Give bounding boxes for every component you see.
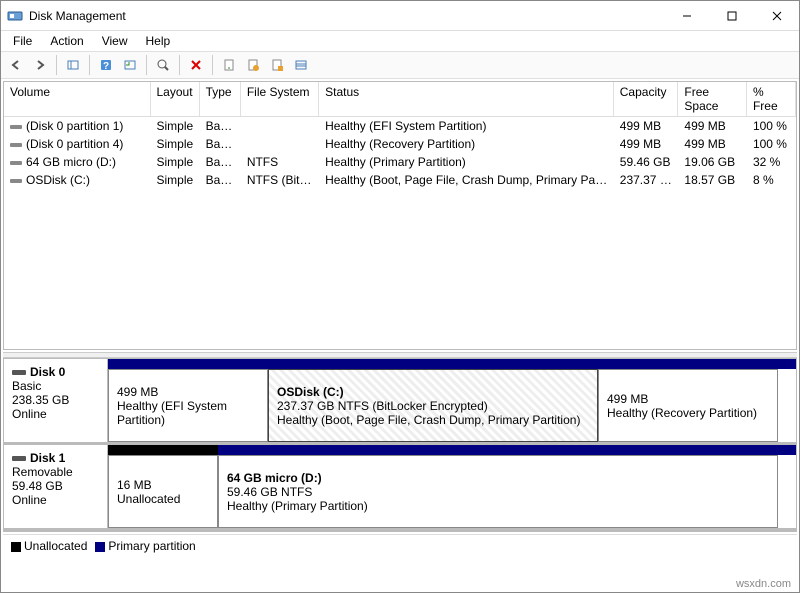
volume-list-body[interactable]: (Disk 0 partition 1)SimpleBasicHealthy (…	[4, 117, 796, 349]
column-type[interactable]: Type	[200, 82, 241, 116]
disk-graphical-view: Disk 0Basic238.35 GBOnline499 MBHealthy …	[3, 358, 797, 532]
delete-button[interactable]	[185, 54, 207, 76]
disk-row: Disk 0Basic238.35 GBOnline499 MBHealthy …	[4, 359, 796, 445]
list-button[interactable]	[290, 54, 312, 76]
toolbar-separator	[146, 55, 147, 75]
legend-primary: Primary partition	[95, 539, 195, 553]
menu-help[interactable]: Help	[138, 32, 179, 50]
partition-box[interactable]: 64 GB micro (D:)59.46 GB NTFSHealthy (Pr…	[218, 455, 778, 528]
minimize-button[interactable]	[664, 1, 709, 30]
menu-bar: File Action View Help	[1, 31, 799, 51]
window-title: Disk Management	[29, 9, 664, 23]
disk-icon	[12, 456, 26, 461]
disk-icon	[10, 125, 22, 129]
volume-list: Volume Layout Type File System Status Ca…	[3, 81, 797, 350]
show-hide-button[interactable]	[62, 54, 84, 76]
column-filesystem[interactable]: File System	[241, 82, 319, 116]
volume-row[interactable]: (Disk 0 partition 1)SimpleBasicHealthy (…	[4, 117, 796, 135]
legend: Unallocated Primary partition	[3, 534, 797, 557]
disk-icon	[10, 179, 22, 183]
column-pctfree[interactable]: % Free	[747, 82, 796, 116]
properties-button[interactable]	[218, 54, 240, 76]
swatch-navy-icon	[95, 542, 105, 552]
swatch-black-icon	[11, 542, 21, 552]
help-button[interactable]: ?	[95, 54, 117, 76]
partition-box[interactable]: 499 MBHealthy (EFI System Partition)	[108, 369, 268, 442]
disk-info[interactable]: Disk 1Removable59.48 GBOnline	[4, 445, 108, 528]
disk-icon	[10, 143, 22, 147]
partition-box[interactable]: 499 MBHealthy (Recovery Partition)	[598, 369, 778, 442]
disk-icon	[10, 161, 22, 165]
app-icon	[7, 8, 23, 24]
disk-partitions: 499 MBHealthy (EFI System Partition)OSDi…	[108, 359, 796, 442]
close-button[interactable]	[754, 1, 799, 30]
toolbar-separator	[56, 55, 57, 75]
disk-info[interactable]: Disk 0Basic238.35 GBOnline	[4, 359, 108, 442]
forward-button[interactable]	[29, 54, 51, 76]
toolbar: ?	[1, 51, 799, 79]
volume-row[interactable]: 64 GB micro (D:)SimpleBasicNTFSHealthy (…	[4, 153, 796, 171]
column-volume[interactable]: Volume	[4, 82, 151, 116]
volume-row[interactable]: OSDisk (C:)SimpleBasicNTFS (BitLo...Heal…	[4, 171, 796, 189]
menu-view[interactable]: View	[94, 32, 136, 50]
toolbar-separator	[179, 55, 180, 75]
menu-action[interactable]: Action	[42, 32, 91, 50]
back-button[interactable]	[5, 54, 27, 76]
maximize-button[interactable]	[709, 1, 754, 30]
toolbar-separator	[89, 55, 90, 75]
column-status[interactable]: Status	[319, 82, 614, 116]
column-freespace[interactable]: Free Space	[678, 82, 747, 116]
window-controls	[664, 1, 799, 30]
svg-text:?: ?	[103, 61, 109, 72]
disk-row: Disk 1Removable59.48 GBOnline16 MBUnallo…	[4, 445, 796, 531]
toolbar-separator	[212, 55, 213, 75]
title-bar: Disk Management	[1, 1, 799, 31]
menu-file[interactable]: File	[5, 32, 40, 50]
disk-icon	[12, 370, 26, 375]
column-capacity[interactable]: Capacity	[614, 82, 679, 116]
action-button[interactable]	[266, 54, 288, 76]
settings-button[interactable]	[242, 54, 264, 76]
volume-row[interactable]: (Disk 0 partition 4)SimpleBasicHealthy (…	[4, 135, 796, 153]
refresh-button[interactable]	[119, 54, 141, 76]
partition-box[interactable]: 16 MBUnallocated	[108, 455, 218, 528]
disk-partitions: 16 MBUnallocated64 GB micro (D:)59.46 GB…	[108, 445, 796, 528]
column-layout[interactable]: Layout	[151, 82, 200, 116]
rescan-button[interactable]	[152, 54, 174, 76]
volume-list-header: Volume Layout Type File System Status Ca…	[4, 82, 796, 117]
partition-box[interactable]: OSDisk (C:)237.37 GB NTFS (BitLocker Enc…	[268, 369, 598, 442]
legend-unallocated: Unallocated	[11, 539, 87, 553]
watermark: wsxdn.com	[736, 578, 791, 590]
